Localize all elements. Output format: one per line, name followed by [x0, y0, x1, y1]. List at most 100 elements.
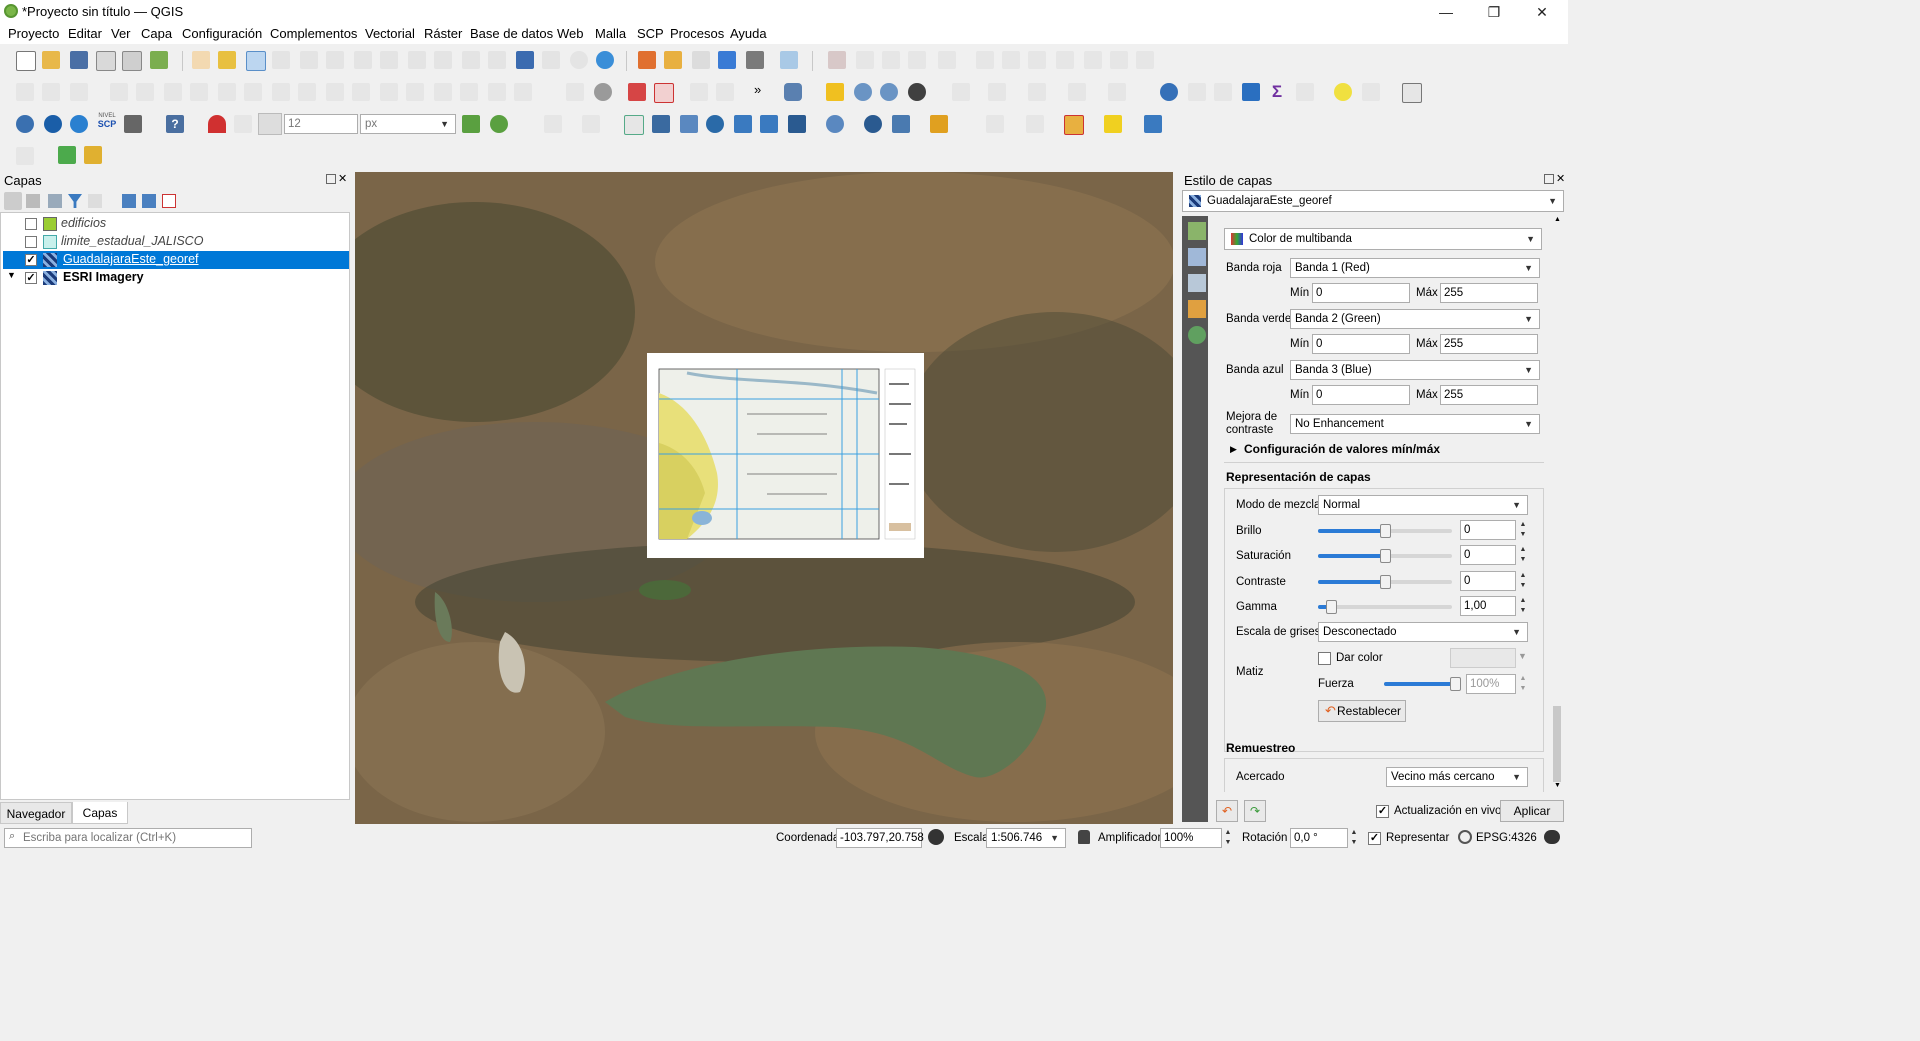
- field-calculator-icon[interactable]: [1214, 83, 1232, 101]
- scale-select[interactable]: 1:506.746 ▼: [986, 828, 1066, 848]
- tab-navegador[interactable]: Navegador: [0, 802, 72, 824]
- select-rect-icon[interactable]: [986, 115, 1004, 133]
- layout-manager-icon[interactable]: [122, 51, 142, 71]
- contrast-input[interactable]: 0: [1460, 571, 1516, 591]
- vector-create-icon[interactable]: [624, 115, 644, 135]
- contrast-enhancement-select[interactable]: No Enhancement ▼: [1290, 414, 1540, 434]
- menu-raster[interactable]: Ráster: [424, 26, 462, 41]
- float-panel-icon[interactable]: [1544, 174, 1554, 184]
- style-panel-toggle-icon[interactable]: [4, 192, 22, 210]
- zoom-last-icon[interactable]: [408, 51, 426, 69]
- red-band-select[interactable]: Banda 1 (Red) ▼: [1290, 258, 1540, 278]
- nivel-scp-icon[interactable]: NIVEL SCP: [96, 113, 118, 129]
- toolbar-overflow-chevron[interactable]: »: [754, 82, 761, 97]
- style-manager-icon[interactable]: [150, 51, 168, 69]
- render-checkbox[interactable]: ✓: [1368, 832, 1381, 845]
- layer-row-esri-imagery[interactable]: ▼ ✓ ESRI Imagery: [3, 269, 349, 287]
- float-panel-icon[interactable]: [326, 174, 336, 184]
- temporal-icon[interactable]: [516, 51, 534, 69]
- select-feature-icon[interactable]: [780, 51, 798, 69]
- remove-layer-icon[interactable]: [162, 194, 176, 208]
- undo-style-button[interactable]: ↶: [1216, 800, 1238, 822]
- layer-row-limite-estadual[interactable]: limite_estadual_JALISCO: [3, 233, 349, 251]
- green-band-select[interactable]: Banda 2 (Green) ▼: [1290, 309, 1540, 329]
- search-green-icon[interactable]: [58, 146, 76, 164]
- locator-icon[interactable]: [1362, 83, 1380, 101]
- add-layer-icon[interactable]: [664, 51, 682, 69]
- contrast-spinner[interactable]: ▲ ▼: [1517, 571, 1529, 591]
- locator-box[interactable]: ⌕: [4, 828, 252, 848]
- new-project-icon[interactable]: [16, 51, 36, 71]
- zoom-in-icon[interactable]: [246, 51, 266, 71]
- gamma-spinner[interactable]: ▲ ▼: [1517, 596, 1529, 616]
- measure-icon[interactable]: [1296, 83, 1314, 101]
- strength-spinner[interactable]: ▲ ▼: [1517, 674, 1529, 694]
- menu-procesos[interactable]: Procesos: [670, 26, 724, 41]
- color-picker-button[interactable]: [1450, 648, 1516, 668]
- saturation-spinner[interactable]: ▲ ▼: [1517, 545, 1529, 565]
- help-icon[interactable]: ?: [166, 115, 184, 133]
- raster-polygon-icon[interactable]: [760, 115, 778, 133]
- select-by-value-icon[interactable]: [1028, 83, 1046, 101]
- red-max-input[interactable]: 255: [1440, 283, 1538, 303]
- select-by-area-icon[interactable]: [988, 83, 1006, 101]
- chevron-down-icon[interactable]: ▼: [1518, 651, 1527, 661]
- attribute-table-icon[interactable]: [1188, 83, 1206, 101]
- menu-proyecto[interactable]: Proyecto: [8, 26, 59, 41]
- database-icon[interactable]: [784, 83, 802, 101]
- raster-grid-icon[interactable]: [652, 115, 670, 133]
- magnifier-spinner[interactable]: ▲ ▼: [1222, 828, 1234, 848]
- messages-icon[interactable]: [1544, 830, 1560, 844]
- rotation-input[interactable]: 0,0 °: [1290, 828, 1348, 848]
- save-edits-icon[interactable]: [746, 51, 764, 69]
- label-highlight-icon[interactable]: [654, 83, 674, 103]
- new-print-layout-icon[interactable]: [96, 51, 116, 71]
- layer-checkbox[interactable]: [25, 236, 37, 248]
- settings-gear-icon[interactable]: [1242, 83, 1260, 101]
- snap-type-button[interactable]: [258, 113, 282, 135]
- tool-ruler-icon[interactable]: [84, 146, 102, 164]
- histogram-tab-icon[interactable]: [1188, 274, 1206, 292]
- zoom-selection-icon[interactable]: [326, 51, 344, 69]
- python-icon[interactable]: [16, 115, 34, 133]
- web-service-icon[interactable]: [826, 115, 844, 133]
- layer-select[interactable]: GuadalajaraEste_georef ▼: [1182, 190, 1564, 212]
- snap-tolerance-input[interactable]: 12: [284, 114, 358, 134]
- globe-search-icon[interactable]: [880, 83, 898, 101]
- menu-configuracion[interactable]: Configuración: [182, 26, 262, 41]
- label-abc-icon[interactable]: [628, 83, 646, 101]
- zoomed-in-select[interactable]: Vecino más cercano ▼: [1386, 767, 1528, 787]
- deselect-all-icon[interactable]: [1026, 115, 1044, 133]
- new-map-view-icon[interactable]: [462, 51, 480, 69]
- minimize-button[interactable]: —: [1426, 2, 1466, 22]
- zoom-next-icon[interactable]: [434, 51, 452, 69]
- brightness-slider[interactable]: [1318, 524, 1452, 538]
- grayscale-select[interactable]: Desconectado ▼: [1318, 622, 1528, 642]
- blue-min-input[interactable]: 0: [1312, 385, 1410, 405]
- style-scrollbar[interactable]: ▲ ▼: [1552, 216, 1562, 792]
- crs-label[interactable]: EPSG:4326: [1476, 832, 1537, 844]
- select-by-expression-icon[interactable]: [1064, 115, 1084, 135]
- add-raster-icon[interactable]: [930, 115, 948, 133]
- blue-max-input[interactable]: 255: [1440, 385, 1538, 405]
- menu-capa[interactable]: Capa: [141, 26, 172, 41]
- zoom-layer-icon[interactable]: [354, 51, 372, 69]
- menu-ayuda[interactable]: Ayuda: [730, 26, 767, 41]
- layer-row-guadalajara[interactable]: ✓ GuadalajaraEste_georef: [3, 251, 349, 269]
- plugin-arrow-icon[interactable]: [1144, 115, 1162, 133]
- new-3d-view-icon[interactable]: [488, 51, 506, 69]
- self-snap-icon[interactable]: [582, 115, 600, 133]
- saturation-input[interactable]: 0: [1460, 545, 1516, 565]
- zoom-full-icon[interactable]: [300, 51, 318, 69]
- magnifier-input[interactable]: 100%: [1160, 828, 1222, 848]
- scroll-up-icon[interactable]: ▲: [1554, 216, 1561, 223]
- coordinate-toggle-icon[interactable]: [928, 829, 944, 845]
- brightness-slider-knob[interactable]: [1380, 524, 1391, 538]
- pan-to-selection-icon[interactable]: [218, 51, 236, 69]
- open-project-icon[interactable]: [42, 51, 60, 69]
- label-tool-icon[interactable]: [594, 83, 612, 101]
- filter-icon[interactable]: [1104, 115, 1122, 133]
- minmax-settings-section[interactable]: Configuración de valores mín/máx: [1244, 442, 1440, 456]
- coordinate-input[interactable]: -103.797,20.758: [836, 828, 924, 848]
- menu-web[interactable]: Web: [557, 26, 584, 41]
